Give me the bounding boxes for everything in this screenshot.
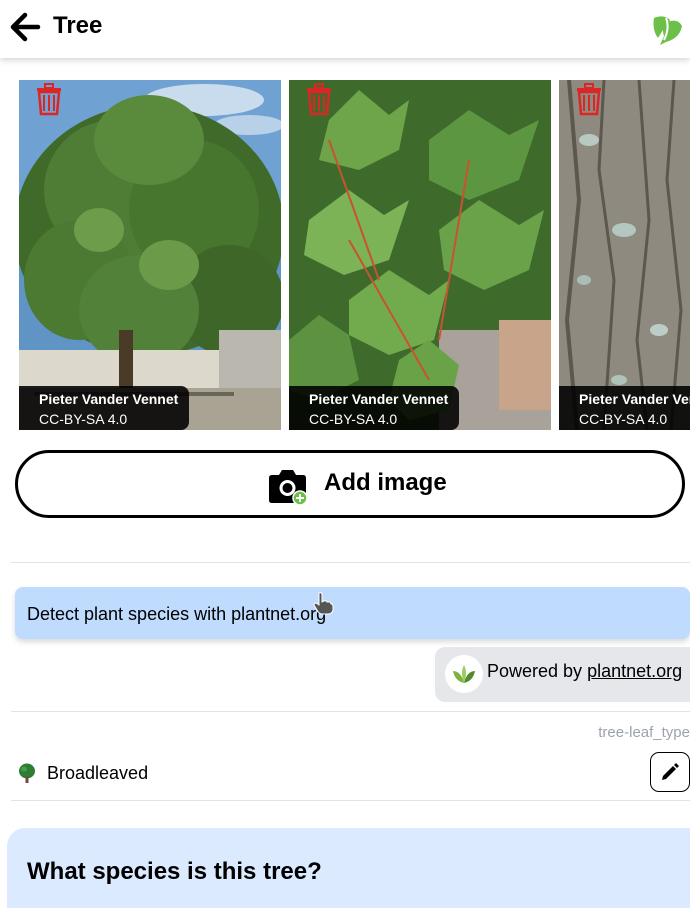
add-image-label: Add image <box>324 469 447 496</box>
broadleaved-tree-icon <box>19 763 35 783</box>
divider <box>11 562 690 563</box>
trash-icon[interactable] <box>303 82 335 116</box>
plantnet-logo-icon <box>445 655 483 693</box>
gallery-image-tree[interactable]: Pieter Vander Vennet CC-BY-SA 4.0 <box>19 80 281 430</box>
mapcomplete-logo-icon[interactable] <box>650 12 684 46</box>
arrow-left-icon[interactable] <box>8 10 42 44</box>
image-license: CC-BY-SA 4.0 <box>309 411 398 427</box>
top-bar: Tree <box>0 0 690 58</box>
leaves-photo <box>289 80 551 430</box>
detect-species-button[interactable]: Detect plant species with plantnet.org <box>15 587 690 639</box>
species-question-card: What species is this tree? <box>7 828 690 908</box>
image-license: CC-BY-SA 4.0 <box>579 411 668 427</box>
image-author: Pieter Vander Vennet <box>309 391 449 407</box>
image-attribution: Pieter Vander Vennet CC-BY-SA 4.0 <box>289 386 459 430</box>
image-author: Pieter Vander Vennet <box>39 391 179 407</box>
camera-add-icon <box>269 470 308 506</box>
hand-cursor-icon <box>313 592 334 615</box>
image-attribution: Pieter Vander Vennet CC-BY-SA 4.0 <box>19 386 189 430</box>
bark-photo <box>559 80 690 430</box>
pencil-icon <box>662 763 679 780</box>
detect-species-label: Detect plant species with plantnet.org <box>27 604 327 624</box>
edit-button[interactable] <box>650 752 690 792</box>
trash-icon[interactable] <box>33 82 65 116</box>
gallery-image-leaves[interactable]: Pieter Vander Vennet CC-BY-SA 4.0 <box>289 80 551 430</box>
plantnet-link[interactable]: plantnet.org <box>587 661 682 681</box>
page-title: Tree <box>53 12 103 39</box>
tree-photo <box>19 80 281 430</box>
powered-by-plantnet: Powered by plantnet.org <box>435 647 690 702</box>
leaf-type-answer: Broadleaved <box>47 763 149 783</box>
image-gallery[interactable]: Pieter Vander Vennet CC-BY-SA 4.0 Pieter… <box>0 80 690 430</box>
divider <box>11 800 690 801</box>
image-attribution: Pieter Vander Vennet CC-BY-SA 4.0 <box>559 386 690 430</box>
powered-by-prefix: Powered by <box>487 661 583 681</box>
image-license: CC-BY-SA 4.0 <box>39 411 128 427</box>
trash-icon[interactable] <box>573 82 605 116</box>
add-image-button[interactable]: Add image <box>15 450 685 518</box>
divider <box>11 711 690 712</box>
powered-by-text: Powered by plantnet.org <box>487 661 682 682</box>
question-id-label: tree-leaf_type <box>598 724 690 741</box>
gallery-image-bark[interactable]: Pieter Vander Vennet CC-BY-SA 4.0 <box>559 80 690 430</box>
image-author: Pieter Vander Vennet <box>579 391 690 407</box>
